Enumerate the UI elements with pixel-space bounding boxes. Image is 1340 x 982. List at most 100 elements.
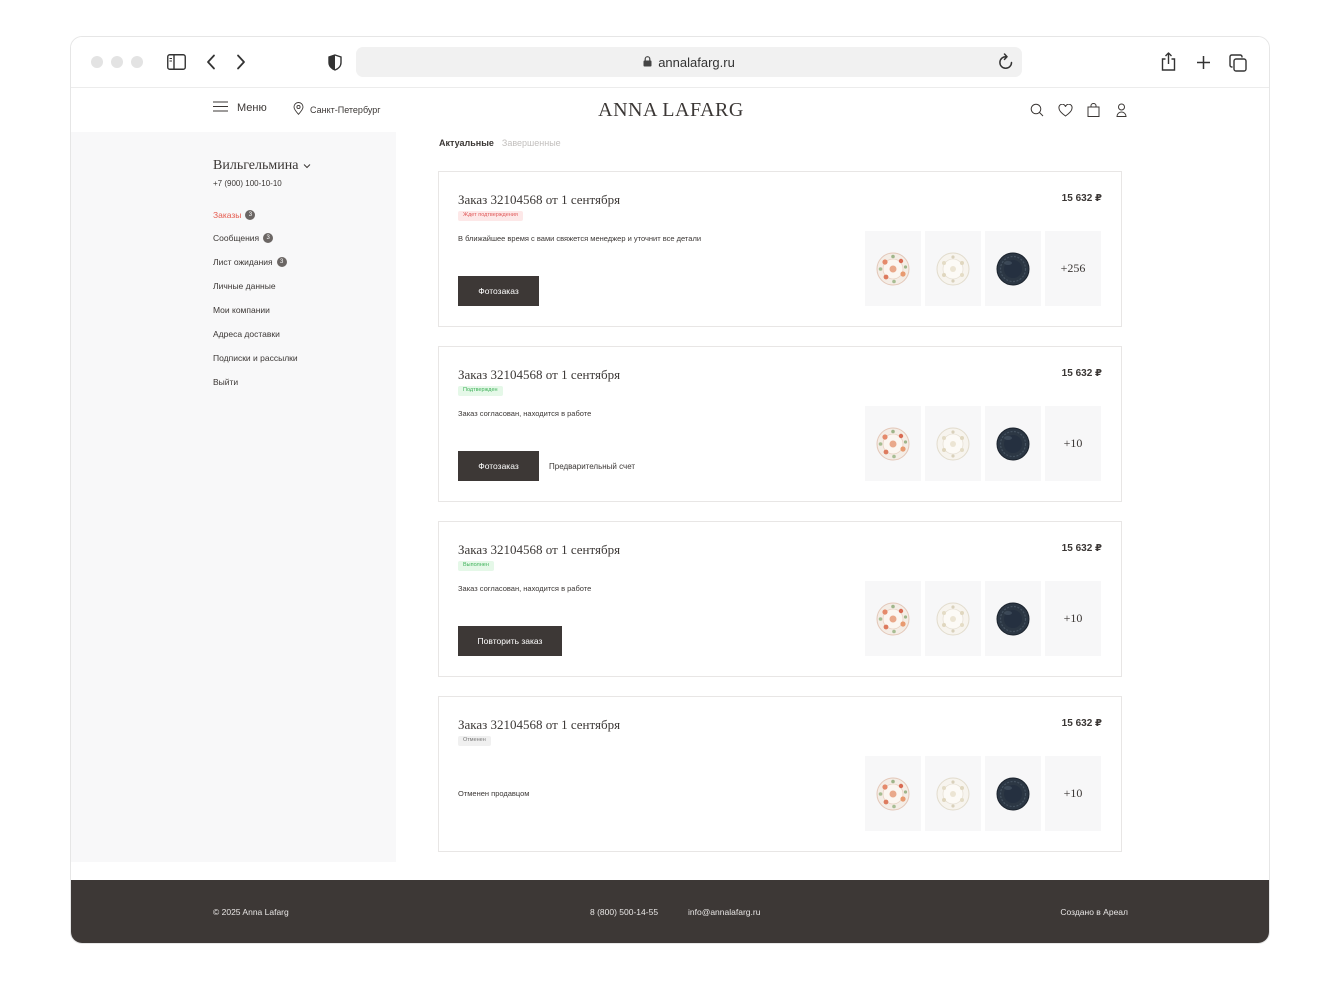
sidebar-item-label: Подписки и рассылки xyxy=(213,352,298,363)
sidebar-item-label: Сообщения xyxy=(213,233,260,244)
browser-toolbar: annalafarg.ru xyxy=(71,37,1269,88)
chevron-down-icon xyxy=(303,158,311,174)
order-card: Заказ 32104568 от 1 сентября 15 632 ₽ От… xyxy=(438,696,1122,852)
hamburger-icon xyxy=(213,101,228,115)
product-thumbnail[interactable] xyxy=(925,756,981,831)
address-bar[interactable]: annalafarg.ru xyxy=(356,47,1022,77)
sidebar-item-label: Личные данные xyxy=(213,281,276,292)
sidebar-item-label: Адреса доставки xyxy=(213,328,280,339)
sidebar-item-orders[interactable]: Заказы 3 xyxy=(213,209,298,220)
product-thumbnail[interactable] xyxy=(985,581,1041,656)
sidebar-item-companies[interactable]: Мои компании xyxy=(213,305,298,316)
tab-overview-icon[interactable] xyxy=(1229,54,1247,77)
share-icon[interactable] xyxy=(1161,52,1176,76)
product-thumbnail[interactable] xyxy=(925,231,981,306)
status-badge: Ждет подтверждения xyxy=(458,211,523,221)
count-badge: 3 xyxy=(276,257,287,268)
search-icon[interactable] xyxy=(1029,102,1045,118)
sidebar-item-subscriptions[interactable]: Подписки и рассылки xyxy=(213,352,298,363)
site-footer: © 2025 Anna Lafarg 8 (800) 500-14-55 inf… xyxy=(71,880,1269,943)
product-thumbnail[interactable] xyxy=(925,406,981,481)
site-header: Меню Санкт-Петербург ANNA LAFARG xyxy=(71,88,1269,132)
sidebar-toggle-icon[interactable] xyxy=(167,54,186,75)
order-description: В ближайшее время с вами свяжется менедж… xyxy=(458,234,702,243)
product-thumbnail[interactable] xyxy=(865,406,921,481)
product-thumbnail[interactable] xyxy=(925,581,981,656)
count-badge: 3 xyxy=(245,209,256,220)
order-sum: 15 632 ₽ xyxy=(1061,543,1102,554)
status-badge: Отменен xyxy=(458,736,491,746)
back-icon[interactable] xyxy=(206,54,216,75)
menu-label: Меню xyxy=(237,102,267,114)
preliminary-invoice-link[interactable]: Предварительный счет xyxy=(549,462,635,471)
footer-copyright: © 2025 Anna Lafarg xyxy=(213,907,289,917)
sidebar-item-personal-data[interactable]: Личные данные xyxy=(213,281,298,292)
more-items-count[interactable]: +10 xyxy=(1045,406,1101,481)
order-items: +10 xyxy=(865,756,1101,831)
account-nav: Заказы 3 Сообщения 3 Лист ожидания 3 Лич… xyxy=(213,209,298,400)
order-items: +256 xyxy=(865,231,1101,306)
city-label: Санкт-Петербург xyxy=(310,104,381,115)
user-name-dropdown[interactable]: Вильгельмина xyxy=(213,158,311,174)
order-card: Заказ 32104568 от 1 сентября 15 632 ₽ По… xyxy=(438,346,1122,502)
white-plate-image xyxy=(936,777,970,810)
white-plate-image xyxy=(936,427,970,460)
minimize-window-button[interactable] xyxy=(111,56,123,68)
order-items: +10 xyxy=(865,581,1101,656)
user-phone: +7 (900) 100-10-10 xyxy=(213,179,282,188)
floral-plate-image xyxy=(876,252,910,285)
bag-icon[interactable] xyxy=(1085,102,1101,118)
zoom-window-button[interactable] xyxy=(131,56,143,68)
product-thumbnail[interactable] xyxy=(865,581,921,656)
sidebar-item-label: Лист ожидания xyxy=(213,257,273,268)
heart-icon[interactable] xyxy=(1057,102,1073,118)
order-title[interactable]: Заказ 32104568 от 1 сентября xyxy=(458,542,620,558)
order-sum: 15 632 ₽ xyxy=(1061,718,1102,729)
order-items: +10 xyxy=(865,406,1101,481)
location-pin-icon xyxy=(293,102,304,117)
forward-icon[interactable] xyxy=(236,54,246,75)
status-badge: Подтвержден xyxy=(458,386,503,396)
sidebar-item-logout[interactable]: Выйти xyxy=(213,376,298,387)
footer-phone-link[interactable]: 8 (800) 500-14-55 xyxy=(590,907,658,917)
footer-credit-link[interactable]: Создано в Ареал xyxy=(1060,907,1128,917)
more-items-count[interactable]: +256 xyxy=(1045,231,1101,306)
menu-button[interactable]: Меню xyxy=(213,101,267,115)
dark-plate-image xyxy=(996,776,1030,811)
more-items-count[interactable]: +10 xyxy=(1045,581,1101,656)
order-description: Заказ согласован, находится в работе xyxy=(458,409,592,418)
floral-plate-image xyxy=(876,427,910,460)
photo-order-button[interactable]: Фотозаказ xyxy=(458,451,539,481)
more-items-count[interactable]: +10 xyxy=(1045,756,1101,831)
product-thumbnail[interactable] xyxy=(985,406,1041,481)
tab-current[interactable]: Актуальные xyxy=(439,138,494,148)
order-card: Заказ 32104568 от 1 сентября 15 632 ₽ Вы… xyxy=(438,521,1122,677)
dark-plate-image xyxy=(996,426,1030,461)
product-thumbnail[interactable] xyxy=(985,231,1041,306)
reload-icon[interactable] xyxy=(998,53,1014,73)
repeat-order-button[interactable]: Повторить заказ xyxy=(458,626,562,656)
product-thumbnail[interactable] xyxy=(985,756,1041,831)
order-title[interactable]: Заказ 32104568 от 1 сентября xyxy=(458,192,620,208)
user-icon[interactable] xyxy=(1113,102,1129,118)
city-selector[interactable]: Санкт-Петербург xyxy=(293,102,381,117)
order-description: Заказ согласован, находится в работе xyxy=(458,584,592,593)
account-sidebar: Вильгельмина +7 (900) 100-10-10 Заказы 3… xyxy=(71,132,396,862)
product-thumbnail[interactable] xyxy=(865,231,921,306)
privacy-shield-icon[interactable] xyxy=(328,54,342,76)
white-plate-image xyxy=(936,252,970,285)
sidebar-item-addresses[interactable]: Адреса доставки xyxy=(213,328,298,339)
footer-email-link[interactable]: info@annalafarg.ru xyxy=(688,907,760,917)
tab-completed[interactable]: Завершенные xyxy=(502,138,561,148)
order-sum: 15 632 ₽ xyxy=(1061,368,1102,379)
sidebar-item-messages[interactable]: Сообщения 3 xyxy=(213,233,298,244)
order-description: Отменен продавцом xyxy=(458,789,530,798)
dark-plate-image xyxy=(996,601,1030,636)
close-window-button[interactable] xyxy=(91,56,103,68)
photo-order-button[interactable]: Фотозаказ xyxy=(458,276,539,306)
order-title[interactable]: Заказ 32104568 от 1 сентября xyxy=(458,367,620,383)
sidebar-item-waitlist[interactable]: Лист ожидания 3 xyxy=(213,257,298,268)
order-title[interactable]: Заказ 32104568 от 1 сентября xyxy=(458,717,620,733)
product-thumbnail[interactable] xyxy=(865,756,921,831)
new-tab-icon[interactable] xyxy=(1196,55,1211,75)
